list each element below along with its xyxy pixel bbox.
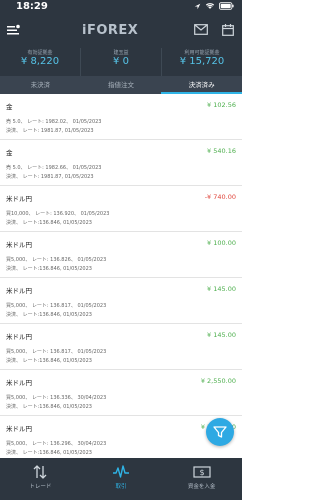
- instrument-name: 米ドル円: [6, 287, 32, 295]
- open-detail: 買5,000、 レート: 136.336、 30/04/2023: [6, 395, 107, 401]
- close-detail: 決済、 レート:136.846, 01/05/2023: [6, 358, 92, 364]
- list-item[interactable]: 金 ¥ 540.16 売 5.0、 レート: 1982.66、 01/05/20…: [0, 140, 242, 186]
- account-summary: 有効証拠金 ¥ 8,220 建玉益 ¥ 0 利用可能証拠金 ¥ 15,720: [0, 48, 242, 76]
- instrument-name: 米ドル円: [6, 425, 32, 433]
- status-time: 18:29: [16, 1, 48, 12]
- trade-pnl: ¥ 145.00: [207, 285, 236, 293]
- filter-button[interactable]: [206, 418, 234, 446]
- open-detail: 買10,000、 レート: 136.920、 01/05/2023: [6, 211, 110, 217]
- menu-icon[interactable]: [6, 23, 20, 37]
- instrument-name: 米ドル円: [6, 241, 32, 249]
- open-detail: 買5,000、 レート: 136.817、 01/05/2023: [6, 349, 107, 355]
- trade-pnl: ¥ 102.56: [207, 101, 236, 109]
- nav-trade[interactable]: トレード: [0, 458, 81, 500]
- instrument-name: 金: [6, 103, 13, 111]
- list-item[interactable]: 金 ¥ 102.56 売 5.0、 レート: 1982.02、 01/05/20…: [0, 94, 242, 140]
- instrument-name: 米ドル円: [6, 333, 32, 341]
- nav-positions[interactable]: 取引: [81, 458, 162, 500]
- tab-limit-orders[interactable]: 指値注文: [81, 76, 162, 94]
- nav-label: トレード: [29, 484, 52, 490]
- list-item[interactable]: 米ドル円 ¥ 100.00 買5,000、 レート: 136.826、 01/0…: [0, 232, 242, 278]
- filter-icon: [213, 426, 227, 438]
- summary-label: 利用可能証拠金: [184, 50, 220, 56]
- trade-pnl: ¥ 2,550.00: [200, 377, 236, 385]
- instrument-name: 米ドル円: [6, 195, 32, 203]
- mail-icon[interactable]: [194, 24, 208, 35]
- close-detail: 決済、 レート: 1981.87, 01/05/2023: [6, 128, 94, 134]
- brand-logo: iFOREX: [82, 23, 139, 38]
- battery-icon: [219, 2, 234, 10]
- close-detail: 決済、 レート:136.846, 01/05/2023: [6, 266, 92, 272]
- list-item[interactable]: 米ドル円 ¥ 145.00 買5,000、 レート: 136.817、 01/0…: [0, 324, 242, 370]
- open-detail: 売 5.0、 レート: 1982.66、 01/05/2023: [6, 165, 102, 171]
- nav-deposit[interactable]: $ 資金を入金: [161, 458, 242, 500]
- trade-arrows-icon: [33, 465, 47, 479]
- close-detail: 決済、 レート: 1981.87, 01/05/2023: [6, 174, 94, 180]
- open-detail: 買5,000、 レート: 136.826、 01/05/2023: [6, 257, 107, 263]
- tab-open-positions[interactable]: 未決済: [0, 76, 81, 94]
- instrument-name: 金: [6, 149, 13, 157]
- summary-value: ¥ 8,220: [20, 56, 60, 67]
- bottom-navigation: トレード 取引 $ 資金を入金: [0, 458, 242, 500]
- tab-closed-positions[interactable]: 決済済み: [161, 76, 242, 94]
- list-item[interactable]: 米ドル円 -¥ 740.00 買10,000、 レート: 136.920、 01…: [0, 186, 242, 232]
- status-icons: [194, 2, 234, 10]
- trade-pnl: -¥ 740.00: [204, 193, 236, 201]
- close-detail: 決済、 レート:136.846, 01/05/2023: [6, 404, 92, 410]
- summary-label: 建玉益: [113, 50, 129, 56]
- trade-pnl: ¥ 540.16: [207, 147, 236, 155]
- location-icon: [194, 3, 201, 9]
- header-actions: [194, 24, 234, 36]
- nav-label: 取引: [115, 484, 127, 490]
- trade-pnl: ¥ 100.00: [207, 239, 236, 247]
- position-tabs: 未決済 指値注文 決済済み: [0, 76, 242, 94]
- list-item[interactable]: 米ドル円 ¥ 145.00 買5,000、 レート: 136.817、 01/0…: [0, 278, 242, 324]
- close-detail: 決済、 レート:136.846, 01/05/2023: [6, 312, 92, 318]
- trade-pnl: ¥ 145.00: [207, 331, 236, 339]
- close-detail: 決済、 レート:136.846, 01/05/2023: [6, 220, 92, 226]
- summary-available-margin: 利用可能証拠金 ¥ 15,720: [162, 48, 242, 76]
- summary-value: ¥ 0: [113, 56, 129, 67]
- summary-equity: 有効証拠金 ¥ 8,220: [0, 48, 81, 76]
- instrument-name: 米ドル円: [6, 379, 32, 387]
- open-detail: 売 5.0、 レート: 1982.02、 01/05/2023: [6, 119, 102, 125]
- list-item[interactable]: 米ドル円 ¥ 2,750.00 買5,000、 レート: 136.296、 30…: [0, 416, 242, 458]
- close-detail: 決済、 レート:136.846, 01/05/2023: [6, 450, 92, 456]
- closed-trades-list: 金 ¥ 102.56 売 5.0、 レート: 1982.02、 01/05/20…: [0, 94, 242, 458]
- nav-label: 資金を入金: [187, 484, 216, 490]
- summary-open-pnl: 建玉益 ¥ 0: [81, 48, 162, 76]
- summary-value: ¥ 15,720: [179, 56, 225, 67]
- app-header: iFOREX: [0, 14, 242, 48]
- status-bar: 18:29: [0, 0, 242, 14]
- deposit-icon: $: [193, 466, 211, 478]
- svg-text:$: $: [199, 468, 204, 477]
- wifi-icon: [205, 3, 215, 9]
- pulse-icon: [113, 465, 129, 478]
- summary-label: 有効証拠金: [27, 50, 53, 56]
- open-detail: 買5,000、 レート: 136.817、 01/05/2023: [6, 303, 107, 309]
- calendar-icon[interactable]: [222, 24, 234, 36]
- open-detail: 買5,000、 レート: 136.296、 30/04/2023: [6, 441, 107, 447]
- list-item[interactable]: 米ドル円 ¥ 2,550.00 買5,000、 レート: 136.336、 30…: [0, 370, 242, 416]
